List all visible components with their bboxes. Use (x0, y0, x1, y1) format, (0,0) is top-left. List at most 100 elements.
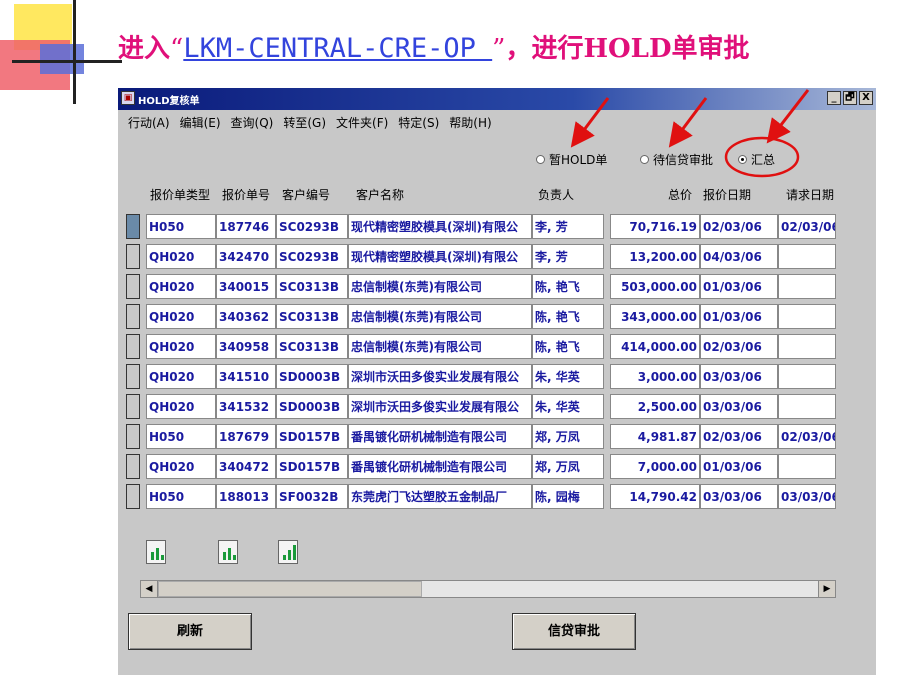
cell-request-date[interactable]: 02/03/06 (778, 424, 836, 449)
cell-type[interactable]: QH020 (146, 454, 216, 479)
cell-quote-date[interactable]: 02/03/06 (700, 214, 778, 239)
cell-customer-name[interactable]: 东莞虎门飞达塑胶五金制品厂 (348, 484, 532, 509)
cell-customer-name[interactable]: 现代精密塑胶模具(深圳)有限公 (348, 214, 532, 239)
table-row[interactable]: H050 187679 SD0157B 番禺镀化研机械制造有限公司 郑, 万凤 4,981… (118, 423, 876, 453)
cell-total[interactable]: 70,716.19 (610, 214, 700, 239)
cell-total[interactable]: 4,981.87 (610, 424, 700, 449)
cell-total[interactable]: 503,000.00 (610, 274, 700, 299)
cell-total[interactable]: 343,000.00 (610, 304, 700, 329)
cell-customer-no[interactable]: SC0293B (276, 244, 348, 269)
cell-total[interactable]: 414,000.00 (610, 334, 700, 359)
radio-hold-icon[interactable] (536, 155, 545, 164)
cell-quote-no[interactable]: 188013 (216, 484, 276, 509)
table-row[interactable]: QH020 340362 SC0313B 忠信制模(东莞)有限公司 陈, 艳飞 343,0… (118, 303, 876, 333)
cell-quote-no[interactable]: 340958 (216, 334, 276, 359)
cell-customer-no[interactable]: SF0032B (276, 484, 348, 509)
cell-type[interactable]: QH020 (146, 304, 216, 329)
cell-customer-no[interactable]: SD0003B (276, 364, 348, 389)
cell-owner[interactable]: 朱, 华英 (532, 364, 604, 389)
radio-pending-icon[interactable] (640, 155, 649, 164)
row-selector[interactable] (126, 334, 140, 359)
chart-icon-1[interactable] (146, 540, 166, 564)
cell-customer-no[interactable]: SC0313B (276, 274, 348, 299)
menu-help[interactable]: 帮助(H) (449, 114, 491, 131)
cell-quote-no[interactable]: 340362 (216, 304, 276, 329)
scroll-left-icon[interactable]: ◀ (141, 581, 158, 597)
cell-request-date[interactable] (778, 454, 836, 479)
cell-owner[interactable]: 李, 芳 (532, 214, 604, 239)
table-row[interactable]: QH020 340958 SC0313B 忠信制模(东莞)有限公司 陈, 艳飞 414,0… (118, 333, 876, 363)
cell-customer-name[interactable]: 现代精密塑胶模具(深圳)有限公 (348, 244, 532, 269)
close-button[interactable]: X (859, 91, 873, 105)
row-selector[interactable] (126, 244, 140, 269)
radio-summary-icon[interactable] (738, 155, 747, 164)
cell-request-date[interactable] (778, 274, 836, 299)
row-selector[interactable] (126, 214, 140, 239)
cell-quote-date[interactable]: 01/03/06 (700, 274, 778, 299)
menu-action[interactable]: 行动(A) (128, 114, 170, 131)
cell-quote-no[interactable]: 340015 (216, 274, 276, 299)
filter-hold[interactable]: 暂HOLD单 (536, 151, 607, 168)
cell-owner[interactable]: 陈, 艳飞 (532, 334, 604, 359)
cell-total[interactable]: 3,000.00 (610, 364, 700, 389)
cell-total[interactable]: 2,500.00 (610, 394, 700, 419)
table-row[interactable]: QH020 341510 SD0003B 深圳市沃田多俊实业发展有限公 朱, 华英 3,0… (118, 363, 876, 393)
cell-owner[interactable]: 李, 芳 (532, 244, 604, 269)
cell-quote-date[interactable]: 03/03/06 (700, 484, 778, 509)
cell-owner[interactable]: 陈, 艳飞 (532, 304, 604, 329)
horizontal-scrollbar[interactable]: ◀ ▶ (140, 580, 836, 598)
cell-customer-name[interactable]: 忠信制模(东莞)有限公司 (348, 334, 532, 359)
title-link[interactable]: LKM-CENTRAL-CRE-OP (183, 33, 492, 64)
cell-customer-no[interactable]: SD0157B (276, 424, 348, 449)
cell-customer-name[interactable]: 忠信制模(东莞)有限公司 (348, 274, 532, 299)
scroll-right-icon[interactable]: ▶ (818, 581, 835, 597)
cell-customer-name[interactable]: 番禺镀化研机械制造有限公司 (348, 424, 532, 449)
cell-request-date[interactable] (778, 244, 836, 269)
table-row[interactable]: H050 188013 SF0032B 东莞虎门飞达塑胶五金制品厂 陈, 园梅 14,79… (118, 483, 876, 513)
cell-type[interactable]: H050 (146, 424, 216, 449)
row-selector[interactable] (126, 394, 140, 419)
cell-customer-no[interactable]: SC0313B (276, 304, 348, 329)
cell-type[interactable]: QH020 (146, 274, 216, 299)
row-selector[interactable] (126, 484, 140, 509)
cell-request-date[interactable]: 03/03/06 (778, 484, 836, 509)
table-row[interactable]: QH020 341532 SD0003B 深圳市沃田多俊实业发展有限公 朱, 华英 2,5… (118, 393, 876, 423)
cell-customer-name[interactable]: 深圳市沃田多俊实业发展有限公 (348, 394, 532, 419)
cell-total[interactable]: 13,200.00 (610, 244, 700, 269)
row-selector[interactable] (126, 274, 140, 299)
cell-customer-no[interactable]: SD0003B (276, 394, 348, 419)
cell-quote-date[interactable]: 03/03/06 (700, 364, 778, 389)
cell-customer-no[interactable]: SD0157B (276, 454, 348, 479)
menu-special[interactable]: 特定(S) (398, 114, 439, 131)
restore-button[interactable]: 🗗 (843, 91, 857, 105)
cell-quote-no[interactable]: 342470 (216, 244, 276, 269)
cell-quote-date[interactable]: 04/03/06 (700, 244, 778, 269)
cell-type[interactable]: QH020 (146, 394, 216, 419)
cell-customer-no[interactable]: SC0293B (276, 214, 348, 239)
row-selector[interactable] (126, 424, 140, 449)
cell-request-date[interactable] (778, 304, 836, 329)
cell-request-date[interactable] (778, 364, 836, 389)
cell-type[interactable]: QH020 (146, 334, 216, 359)
cell-customer-name[interactable]: 深圳市沃田多俊实业发展有限公 (348, 364, 532, 389)
filter-summary[interactable]: 汇总 (738, 151, 775, 168)
scroll-thumb[interactable] (158, 581, 422, 597)
menu-query[interactable]: 查询(Q) (231, 114, 274, 131)
cell-owner[interactable]: 朱, 华英 (532, 394, 604, 419)
cell-owner[interactable]: 郑, 万凤 (532, 424, 604, 449)
window-titlebar[interactable]: ▣ HOLD复核单 _ 🗗 X (118, 88, 876, 110)
cell-customer-no[interactable]: SC0313B (276, 334, 348, 359)
minimize-button[interactable]: _ (827, 91, 841, 105)
menu-edit[interactable]: 编辑(E) (180, 114, 221, 131)
table-row[interactable]: QH020 342470 SC0293B 现代精密塑胶模具(深圳)有限公 李, 芳 13,… (118, 243, 876, 273)
cell-type[interactable]: H050 (146, 484, 216, 509)
row-selector[interactable] (126, 364, 140, 389)
cell-quote-no[interactable]: 187746 (216, 214, 276, 239)
row-selector[interactable] (126, 304, 140, 329)
cell-owner[interactable]: 陈, 园梅 (532, 484, 604, 509)
cell-owner[interactable]: 陈, 艳飞 (532, 274, 604, 299)
cell-quote-no[interactable]: 341510 (216, 364, 276, 389)
menu-folder[interactable]: 文件夹(F) (336, 114, 388, 131)
cell-quote-date[interactable]: 01/03/06 (700, 454, 778, 479)
cell-type[interactable]: QH020 (146, 364, 216, 389)
